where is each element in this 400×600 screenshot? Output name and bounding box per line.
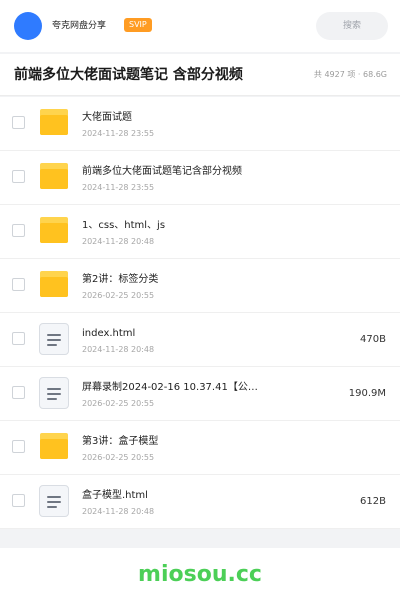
document-icon <box>38 377 70 409</box>
file-date: 2024-11-28 20:48 <box>82 345 155 354</box>
file-date: 2024-11-28 20:48 <box>82 507 155 516</box>
file-date: 2026-02-25 20:55 <box>82 291 155 300</box>
file-name: index.html <box>82 328 136 339</box>
file-size: 190.9M <box>348 388 386 399</box>
row-checkbox[interactable] <box>12 386 25 399</box>
folder-icon <box>38 107 70 139</box>
file-name: 第2讲：标签分类 <box>82 274 159 285</box>
folder-icon <box>38 269 70 301</box>
file-name: 1、css、html、js <box>82 220 166 231</box>
file-row[interactable]: 1、css、html、js 2024-11-28 20:48 <box>0 205 400 259</box>
file-row[interactable]: 前端多位大佬面试题笔记含部分视频 2024-11-28 23:55 <box>0 151 400 205</box>
file-size: 470B <box>360 334 386 345</box>
file-date: 2026-02-25 20:55 <box>82 399 155 408</box>
avatar[interactable] <box>14 12 42 40</box>
file-size: 612B <box>360 496 386 507</box>
file-date: 2024-11-28 23:55 <box>82 183 155 192</box>
document-icon <box>38 323 70 355</box>
file-date: 2024-11-28 23:55 <box>82 129 155 138</box>
folder-icon <box>38 215 70 247</box>
row-checkbox[interactable] <box>12 170 25 183</box>
row-checkbox[interactable] <box>12 224 25 237</box>
file-list: 大佬面试题 2024-11-28 23:55 前端多位大佬面试题笔记含部分视频 202… <box>0 97 400 529</box>
file-date: 2026-02-25 20:55 <box>82 453 155 462</box>
file-row[interactable]: 第2讲：标签分类 2026-02-25 20:55 <box>0 259 400 313</box>
watermark-brand: miosou.cc <box>138 562 262 587</box>
document-icon <box>38 485 70 517</box>
sharer-name: 夸克网盘分享 <box>52 21 107 31</box>
folder-icon <box>38 431 70 463</box>
folder-meta: 共 4927 项 · 68.6G <box>313 70 387 79</box>
folder-title: 前端多位大佬面试题笔记 含部分视频 <box>14 67 243 83</box>
row-checkbox[interactable] <box>12 440 25 453</box>
svip-badge: SVIP <box>124 18 152 32</box>
file-name: 盒子模型.html <box>82 490 148 501</box>
file-row[interactable]: index.html 2024-11-28 20:48 470B <box>0 313 400 367</box>
folder-header: 前端多位大佬面试题笔记 含部分视频 共 4927 项 · 68.6G <box>0 54 400 96</box>
file-name: 屏幕录制2024-02-16 10.37.41【公… <box>82 382 258 393</box>
row-checkbox[interactable] <box>12 116 25 129</box>
file-date: 2024-11-28 20:48 <box>82 237 155 246</box>
footer: miosou.cc <box>0 548 400 600</box>
file-row[interactable]: 盒子模型.html 2024-11-28 20:48 612B <box>0 475 400 529</box>
file-name: 大佬面试题 <box>82 112 132 123</box>
file-row[interactable]: 屏幕录制2024-02-16 10.37.41【公… 2026-02-25 20:… <box>0 367 400 421</box>
folder-icon <box>38 161 70 193</box>
row-checkbox[interactable] <box>12 332 25 345</box>
top-bar: 夸克网盘分享 SVIP 搜索 <box>0 0 400 52</box>
search-button[interactable]: 搜索 <box>316 12 388 40</box>
row-checkbox[interactable] <box>12 494 25 507</box>
share-page: 夸克网盘分享 SVIP 搜索 前端多位大佬面试题笔记 含部分视频 共 4927 … <box>0 0 400 600</box>
row-checkbox[interactable] <box>12 278 25 291</box>
file-row[interactable]: 第3讲：盒子模型 2026-02-25 20:55 <box>0 421 400 475</box>
file-row[interactable]: 大佬面试题 2024-11-28 23:55 <box>0 97 400 151</box>
file-name: 前端多位大佬面试题笔记含部分视频 <box>82 166 242 177</box>
file-name: 第3讲：盒子模型 <box>82 436 159 447</box>
